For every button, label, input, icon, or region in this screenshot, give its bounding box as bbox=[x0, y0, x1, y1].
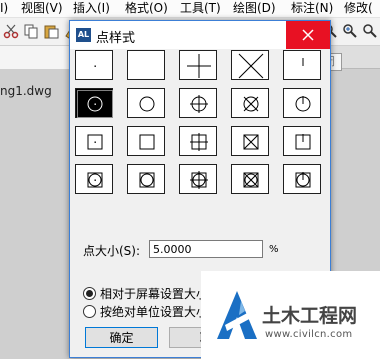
dialog-titlebar[interactable]: AL 点样式 bbox=[70, 21, 330, 49]
radio-relative[interactable] bbox=[83, 287, 96, 300]
copy-icon[interactable] bbox=[23, 23, 39, 39]
point-style-square-icon bbox=[139, 134, 155, 150]
point-style-plus[interactable] bbox=[179, 50, 217, 80]
point-style-square-dot-icon bbox=[87, 134, 103, 150]
point-size-label: 点大小(S): bbox=[83, 244, 141, 258]
menu-item-insert[interactable]: 插入(I) bbox=[73, 0, 110, 16]
point-style-square-circle-plus-icon bbox=[190, 171, 208, 189]
menu-item-modify[interactable]: 修改( bbox=[344, 0, 373, 16]
watermark: 土木工程网 www.civilcn.com bbox=[201, 271, 380, 359]
point-size-unit: % bbox=[269, 244, 279, 255]
watermark-title: 土木工程网 bbox=[262, 305, 358, 327]
point-size-input[interactable] bbox=[149, 240, 263, 258]
point-style-circle-dot-icon bbox=[77, 90, 113, 118]
point-style-square-tick[interactable] bbox=[283, 126, 321, 156]
point-style-plus-icon bbox=[187, 54, 211, 78]
point-style-circle-plus-icon bbox=[190, 95, 208, 113]
point-style-circle[interactable] bbox=[127, 88, 165, 118]
point-style-dot[interactable] bbox=[75, 50, 113, 80]
menu-item-view[interactable]: 视图(V) bbox=[21, 0, 63, 16]
point-style-square-circle-icon bbox=[139, 172, 155, 188]
paste-icon[interactable] bbox=[43, 23, 59, 39]
point-style-square-circle-dot[interactable] bbox=[75, 164, 113, 194]
radio-absolute[interactable] bbox=[83, 305, 96, 318]
point-style-square[interactable] bbox=[127, 126, 165, 156]
point-style-tick-icon bbox=[302, 58, 304, 66]
point-style-square-tick-icon bbox=[295, 134, 311, 150]
point-style-cross-icon bbox=[238, 53, 264, 79]
close-button[interactable] bbox=[286, 21, 330, 49]
point-style-none-icon bbox=[128, 51, 166, 81]
point-style-circle-dot[interactable] bbox=[75, 88, 113, 118]
close-icon bbox=[302, 29, 314, 41]
zoom-previous-icon[interactable] bbox=[362, 23, 378, 39]
point-style-circle-cross[interactable] bbox=[231, 88, 269, 118]
radio-relative-option[interactable]: 相对于屏幕设置大小 bbox=[83, 285, 208, 302]
point-style-square-circle-cross-icon bbox=[243, 172, 259, 188]
cut-icon[interactable] bbox=[3, 23, 19, 39]
zoom-realtime-icon[interactable] bbox=[342, 23, 358, 39]
app-icon: AL bbox=[76, 28, 91, 42]
point-style-square-circle[interactable] bbox=[127, 164, 165, 194]
point-style-square-circle-cross[interactable] bbox=[231, 164, 269, 194]
point-style-circle-tick[interactable] bbox=[283, 88, 321, 118]
menu-bar: I) 视图(V) 插入(I) 格式(O) 工具(T) 绘图(D) 标注(N) 修… bbox=[0, 0, 380, 18]
menu-item-tools[interactable]: 工具(T) bbox=[180, 0, 221, 16]
drawing-tab-label: ng1.dwg bbox=[0, 84, 52, 98]
watermark-logo bbox=[217, 291, 257, 339]
drawing-tab[interactable]: ng1.dwg bbox=[0, 46, 71, 98]
point-style-square-circle-tick-icon bbox=[295, 172, 311, 188]
radio-selected-dot bbox=[86, 290, 93, 297]
point-style-dot-icon bbox=[94, 65, 96, 67]
point-style-square-plus[interactable] bbox=[179, 126, 217, 156]
dialog-title: 点样式 bbox=[96, 31, 136, 46]
menu-item-draw[interactable]: 绘图(D) bbox=[233, 0, 276, 16]
radio-relative-label: 相对于屏幕设置大小 bbox=[100, 287, 209, 301]
watermark-url: www.civilcn.com bbox=[265, 329, 353, 340]
menu-item-dimension[interactable]: 标注(N) bbox=[291, 0, 333, 16]
point-style-circle-plus[interactable] bbox=[179, 88, 217, 118]
point-style-circle-cross-icon bbox=[243, 96, 259, 112]
menu-item-partial[interactable]: I) bbox=[0, 0, 8, 16]
point-style-tick[interactable] bbox=[283, 50, 321, 80]
point-style-square-cross-icon bbox=[243, 134, 259, 150]
point-style-square-plus-icon bbox=[190, 133, 208, 151]
point-style-square-cross[interactable] bbox=[231, 126, 269, 156]
point-style-none[interactable] bbox=[127, 50, 165, 80]
point-style-square-circle-tick[interactable] bbox=[283, 164, 321, 194]
point-style-circle-icon bbox=[139, 96, 155, 112]
point-style-cross[interactable] bbox=[231, 50, 269, 80]
radio-absolute-option[interactable]: 按绝对单位设置大小 bbox=[83, 303, 208, 320]
ok-button[interactable]: 确定 bbox=[85, 327, 158, 348]
point-style-circle-tick-icon bbox=[295, 96, 311, 112]
radio-absolute-label: 按绝对单位设置大小 bbox=[100, 305, 209, 319]
point-style-square-dot[interactable] bbox=[75, 126, 113, 156]
point-style-square-circle-dot-icon bbox=[87, 172, 103, 188]
point-style-square-circle-plus[interactable] bbox=[179, 164, 217, 194]
menu-item-format[interactable]: 格式(O) bbox=[125, 0, 168, 16]
